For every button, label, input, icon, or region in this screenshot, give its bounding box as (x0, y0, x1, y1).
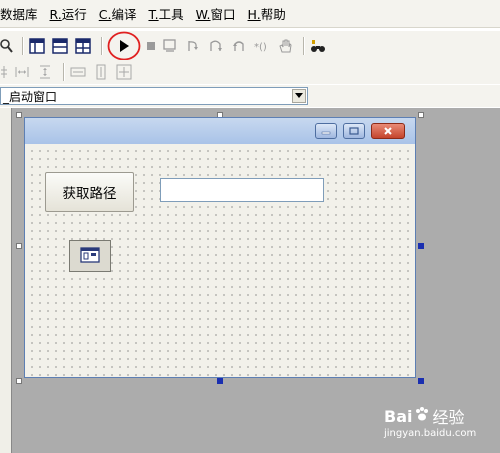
menu-help[interactable]: H.帮助 (248, 4, 286, 23)
timer-control[interactable] (69, 240, 111, 272)
menu-compile[interactable]: C.编译 (99, 4, 137, 23)
resize-handle[interactable] (16, 378, 22, 384)
toolbar-separator (101, 37, 103, 55)
component-selector-value: _启动窗口 (3, 89, 58, 104)
form-layout-icon[interactable] (28, 37, 46, 55)
resize-handle[interactable] (418, 112, 424, 118)
binoculars-icon[interactable] (309, 37, 327, 55)
chevron-down-icon[interactable] (292, 89, 306, 103)
form-design-canvas[interactable]: 获取路径 (25, 144, 415, 377)
maximize-button[interactable] (343, 123, 365, 139)
path-textbox[interactable] (160, 178, 324, 202)
toolbar-separator (22, 37, 24, 55)
get-path-button[interactable]: 获取路径 (45, 172, 134, 212)
toolbar-separator (63, 63, 65, 81)
paw-icon (414, 406, 430, 426)
space-horizontal-icon[interactable] (13, 63, 31, 81)
resize-handle[interactable] (418, 378, 424, 384)
form-title-bar[interactable] (25, 118, 415, 144)
timer-icon (80, 246, 100, 266)
run-icon[interactable] (107, 31, 141, 61)
step-out-icon[interactable] (230, 37, 248, 55)
step-into-icon[interactable] (184, 37, 202, 55)
grid-icon[interactable] (51, 37, 69, 55)
component-selector-row: _启动窗口 (0, 85, 500, 107)
startup-form-window[interactable]: 获取路径 (24, 117, 416, 378)
menu-database[interactable]: 数据库 (0, 4, 38, 23)
same-width-icon[interactable] (69, 63, 87, 81)
same-height-icon[interactable] (92, 63, 110, 81)
menu-run[interactable]: R.运行 (50, 4, 87, 23)
menu-window[interactable]: W.窗口 (196, 4, 236, 23)
watermark: Bai 经验 jingyan.baidu.com (384, 404, 496, 448)
resize-handle[interactable] (217, 378, 223, 384)
space-vertical-icon[interactable] (36, 63, 54, 81)
same-size-icon[interactable] (115, 63, 133, 81)
resize-handle[interactable] (16, 112, 22, 118)
stop-icon[interactable] (146, 37, 156, 55)
find-icon[interactable] (0, 37, 14, 55)
align-vcenter-icon[interactable] (0, 63, 8, 81)
toolbar-separator (303, 37, 305, 55)
left-panel-edge (0, 108, 12, 453)
component-selector[interactable]: _启动窗口 (0, 87, 308, 105)
table-icon[interactable] (74, 37, 92, 55)
align-toolbar (0, 60, 500, 84)
close-button[interactable] (371, 123, 405, 139)
menu-tools[interactable]: T.工具 (148, 4, 183, 23)
resize-handle[interactable] (16, 243, 22, 249)
minimize-button[interactable] (315, 123, 337, 139)
standard-toolbar: *() (0, 31, 500, 61)
step-icon[interactable] (161, 37, 179, 55)
menu-bar: 数据库 R.运行 C.编译 T.工具 W.窗口 H.帮助 (0, 0, 500, 28)
step-over-icon[interactable] (207, 37, 225, 55)
resize-handle[interactable] (418, 243, 424, 249)
run-to-cursor-icon[interactable]: *() (253, 37, 271, 55)
watermark-url: jingyan.baidu.com (384, 428, 477, 439)
hand-icon[interactable] (276, 37, 294, 55)
baidu-logo: Bai 经验 (384, 406, 465, 428)
svg-text:*(): *() (254, 42, 267, 53)
